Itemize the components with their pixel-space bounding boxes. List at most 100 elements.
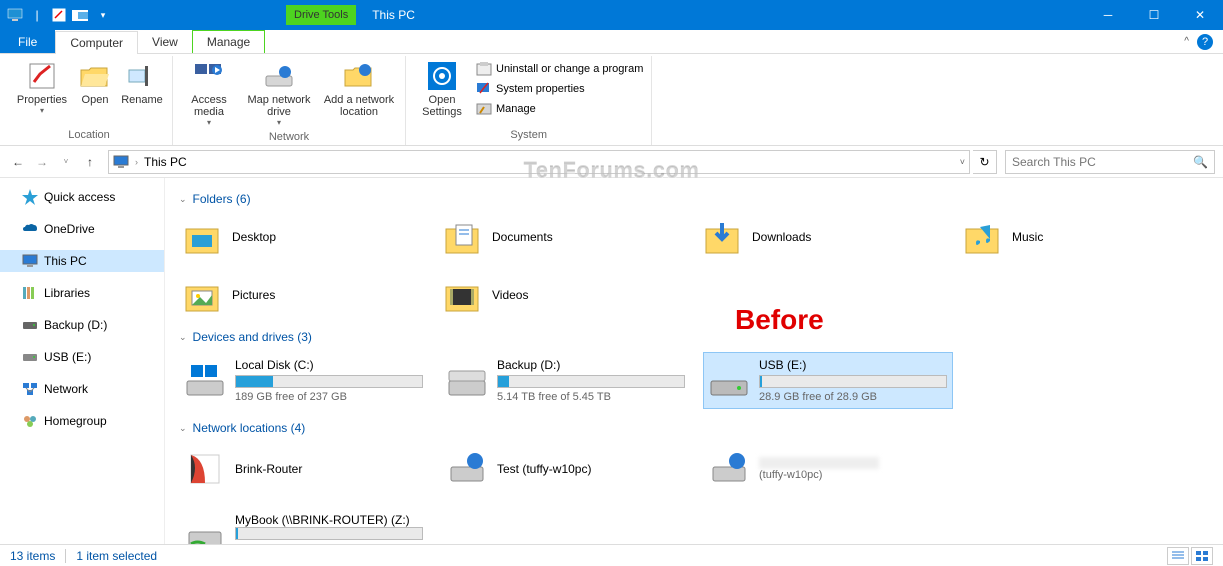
- drive-icon: [185, 361, 225, 401]
- open-settings-button[interactable]: Open Settings: [412, 58, 472, 120]
- access-media-label: Access media: [181, 94, 237, 118]
- nav-backup-drive[interactable]: Backup (D:): [0, 314, 164, 336]
- search-box[interactable]: 🔍: [1005, 150, 1215, 174]
- recent-dropdown[interactable]: ˅: [56, 152, 76, 172]
- view-details-button[interactable]: [1167, 547, 1189, 565]
- drive-icon: [447, 361, 487, 401]
- chevron-right-icon[interactable]: ›: [135, 157, 138, 167]
- folder-item[interactable]: Documents: [439, 214, 659, 260]
- content-pane: ⌄ Folders (6) Desktop Documents Downloads M…: [165, 178, 1223, 544]
- rename-label: Rename: [121, 94, 163, 106]
- folder-item[interactable]: Videos: [439, 272, 659, 318]
- nav-network[interactable]: Network: [0, 378, 164, 400]
- nav-onedrive[interactable]: OneDrive: [0, 218, 164, 240]
- drive-usage-bar: [497, 375, 685, 388]
- group-header-folders[interactable]: ⌄ Folders (6): [179, 192, 1209, 206]
- view-tab[interactable]: View: [138, 30, 192, 53]
- search-icon[interactable]: 🔍: [1193, 155, 1208, 169]
- folder-item[interactable]: Desktop: [179, 214, 399, 260]
- folder-name: Pictures: [232, 288, 275, 302]
- new-folder-icon[interactable]: [72, 6, 90, 24]
- qat-dropdown-icon[interactable]: ▾: [94, 6, 112, 24]
- drive-name: Local Disk (C:): [235, 358, 423, 372]
- folder-icon: [702, 217, 742, 257]
- address-location[interactable]: This PC: [144, 155, 187, 169]
- address-dropdown-icon[interactable]: ˅: [960, 157, 965, 167]
- properties-icon[interactable]: [50, 6, 68, 24]
- network-location-item[interactable]: Brink-Router: [179, 443, 429, 495]
- forward-button[interactable]: →: [32, 152, 52, 172]
- system-properties-label: System properties: [496, 83, 585, 95]
- folder-name: Documents: [492, 230, 553, 244]
- network-location-item[interactable]: MyBook (\\BRINK-ROUTER) (Z:)5.44 TB free…: [179, 507, 429, 544]
- properties-button[interactable]: Properties ▾: [12, 58, 72, 117]
- maximize-button[interactable]: ☐: [1131, 0, 1177, 30]
- view-icons-button[interactable]: [1191, 547, 1213, 565]
- network-location-item[interactable]: (tuffy-w10pc): [703, 443, 953, 495]
- drive-item[interactable]: USB (E:) 28.9 GB free of 28.9 GB: [703, 352, 953, 409]
- properties-label: Properties: [17, 94, 67, 106]
- pc-icon: [113, 154, 129, 170]
- close-button[interactable]: ✕: [1177, 0, 1223, 30]
- file-tab[interactable]: File: [0, 30, 55, 53]
- network-location-icon: [185, 449, 225, 489]
- qat-separator: |: [28, 6, 46, 24]
- netloc-name: MyBook (\\BRINK-ROUTER) (Z:): [235, 513, 423, 527]
- folder-icon: [182, 275, 222, 315]
- network-location-item[interactable]: Test (tuffy-w10pc): [441, 443, 691, 495]
- drive-usage-bar: [759, 375, 947, 388]
- open-button[interactable]: Open: [74, 58, 116, 108]
- ribbon-group-system: Open Settings Uninstall or change a prog…: [406, 56, 652, 145]
- refresh-button[interactable]: ↻: [973, 150, 997, 174]
- title-bar: | ▾ Drive Tools This PC ─ ☐ ✕: [0, 0, 1223, 30]
- back-button[interactable]: ←: [8, 152, 28, 172]
- drive-free-text: 189 GB free of 237 GB: [235, 391, 423, 403]
- group-network-label: Network: [269, 129, 309, 147]
- manage-tab[interactable]: Manage: [192, 30, 265, 53]
- manage-label: Manage: [496, 103, 536, 115]
- computer-tab[interactable]: Computer: [55, 31, 138, 54]
- manage-button[interactable]: Manage: [474, 100, 645, 118]
- drive-name: Backup (D:): [497, 358, 685, 372]
- help-icon[interactable]: ?: [1197, 34, 1213, 50]
- netloc-name: [759, 457, 879, 469]
- nav-homegroup[interactable]: Homegroup: [0, 410, 164, 432]
- ribbon-collapse-icon[interactable]: ^: [1184, 36, 1189, 47]
- ribbon-group-network: Access media ▾ Map network drive ▾ Add a…: [173, 56, 406, 145]
- quick-access-toolbar: | ▾: [0, 6, 118, 24]
- rename-button[interactable]: Rename: [118, 58, 166, 108]
- drive-free-text: 28.9 GB free of 28.9 GB: [759, 391, 947, 403]
- network-location-icon: [447, 449, 487, 489]
- search-input[interactable]: [1012, 155, 1193, 169]
- drive-name: USB (E:): [759, 358, 947, 372]
- folder-item[interactable]: Pictures: [179, 272, 399, 318]
- nav-usb-drive[interactable]: USB (E:): [0, 346, 164, 368]
- folder-item[interactable]: Downloads: [699, 214, 919, 260]
- folder-icon: [182, 217, 222, 257]
- group-header-network[interactable]: ⌄ Network locations (4): [179, 421, 1209, 435]
- map-drive-button[interactable]: Map network drive ▾: [241, 58, 317, 129]
- status-bar: 13 items 1 item selected: [0, 544, 1223, 566]
- open-settings-label: Open Settings: [414, 94, 470, 118]
- status-item-count: 13 items: [10, 549, 55, 563]
- nav-quick-access[interactable]: Quick access: [0, 186, 164, 208]
- folder-item[interactable]: Music: [959, 214, 1179, 260]
- group-header-drives[interactable]: ⌄ Devices and drives (3): [179, 330, 1209, 344]
- up-button[interactable]: ↑: [80, 152, 100, 172]
- system-properties-button[interactable]: System properties: [474, 80, 645, 98]
- minimize-button[interactable]: ─: [1085, 0, 1131, 30]
- drive-item[interactable]: Local Disk (C:) 189 GB free of 237 GB: [179, 352, 429, 409]
- group-location-label: Location: [68, 127, 110, 145]
- drive-item[interactable]: Backup (D:)5.14 TB free of 5.45 TB: [441, 352, 691, 409]
- nav-this-pc[interactable]: This PC: [0, 250, 164, 272]
- window-title: This PC: [372, 8, 415, 22]
- access-media-button[interactable]: Access media ▾: [179, 58, 239, 129]
- add-location-button[interactable]: Add a network location: [319, 58, 399, 120]
- ribbon: Properties ▾ Open Rename Location Access…: [0, 54, 1223, 146]
- netloc-name: Test (tuffy-w10pc): [497, 462, 685, 476]
- uninstall-button[interactable]: Uninstall or change a program: [474, 60, 645, 78]
- address-bar[interactable]: › This PC ˅: [108, 150, 970, 174]
- nav-libraries[interactable]: Libraries: [0, 282, 164, 304]
- network-location-icon: [709, 449, 749, 489]
- chevron-down-icon: ⌄: [179, 194, 187, 205]
